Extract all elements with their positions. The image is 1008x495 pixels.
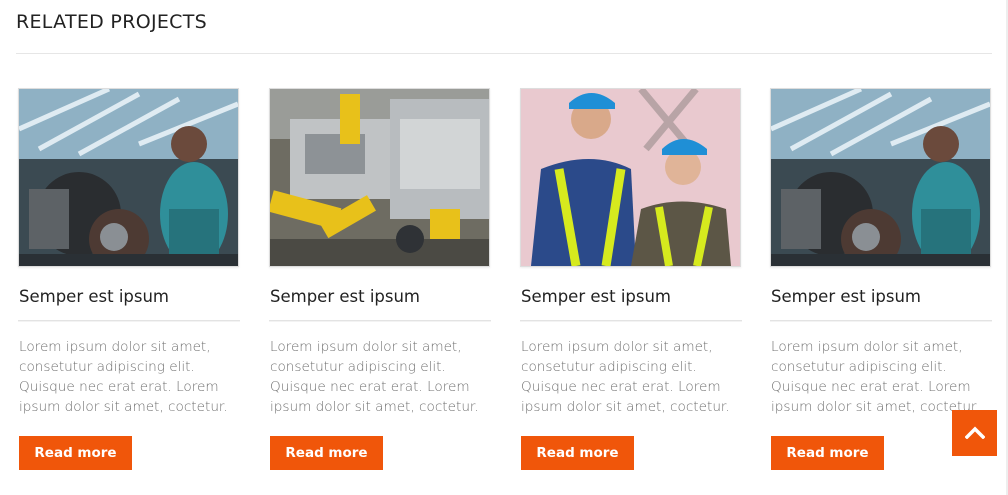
project-image[interactable] — [520, 88, 741, 267]
project-image[interactable] — [269, 88, 490, 267]
project-title[interactable]: Semper est ipsum — [19, 287, 241, 309]
read-more-button[interactable]: Read more — [19, 436, 132, 470]
title-divider — [520, 320, 742, 322]
project-description: Lorem ipsum dolor sit amet, consetutur a… — [521, 339, 730, 415]
title-divider — [18, 320, 240, 322]
project-title[interactable]: Semper est ipsum — [270, 287, 492, 309]
workers-hard-hats-photo — [521, 89, 740, 266]
project-image[interactable] — [770, 88, 991, 267]
factory-worker-engine-photo — [771, 89, 990, 266]
project-card: Semper est ipsum Lorem ipsum dolor sit a… — [18, 88, 241, 470]
factory-worker-engine-photo — [19, 89, 238, 266]
project-card: Semper est ipsum Lorem ipsum dolor sit a… — [520, 88, 743, 470]
project-description: Lorem ipsum dolor sit amet, consetutur a… — [771, 339, 980, 415]
read-more-button[interactable]: Read more — [270, 436, 383, 470]
section-divider — [16, 53, 992, 54]
scroll-to-top-button[interactable] — [952, 410, 997, 456]
chevron-up-icon — [964, 425, 985, 442]
title-divider — [269, 320, 491, 322]
read-more-button[interactable]: Read more — [771, 436, 884, 470]
project-description: Lorem ipsum dolor sit amet, consetutur a… — [19, 339, 228, 415]
project-title[interactable]: Semper est ipsum — [771, 287, 993, 309]
project-card: Semper est ipsum Lorem ipsum dolor sit a… — [269, 88, 492, 470]
read-more-button[interactable]: Read more — [521, 436, 634, 470]
robotic-car-assembly-photo — [270, 89, 489, 266]
project-image[interactable] — [18, 88, 239, 267]
project-title[interactable]: Semper est ipsum — [521, 287, 743, 309]
title-divider — [770, 320, 992, 322]
project-description: Lorem ipsum dolor sit amet, consetutur a… — [270, 339, 479, 415]
section-title: RELATED PROJECTS — [16, 11, 207, 33]
